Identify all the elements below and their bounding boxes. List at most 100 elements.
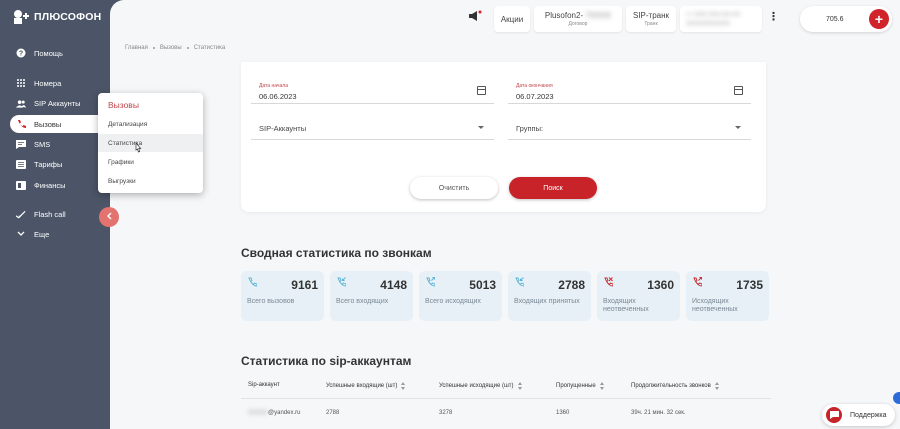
date-start-field[interactable]: Дата начала 06.06.2023 <box>251 76 494 104</box>
stat-caption: Входящих принятых <box>514 298 580 305</box>
outgoing-missed-call-icon <box>692 277 703 287</box>
column-header-incoming[interactable]: Успешные входящие (шт) <box>326 382 406 390</box>
support-label: Поддержка <box>850 411 887 419</box>
breadcrumb-separator <box>186 47 189 49</box>
breadcrumb-separator <box>152 47 155 49</box>
incoming-call-icon <box>514 277 525 287</box>
submenu-item-charts[interactable]: Графики <box>98 153 203 171</box>
summary-title: Сводная статистика по звонкам <box>241 246 432 260</box>
cell-incoming: 2788 <box>326 410 340 416</box>
mouse-cursor-icon <box>135 142 142 153</box>
cell-missed: 1360 <box>556 410 570 416</box>
trunk-title: SIP-транк <box>632 11 670 20</box>
main-content: Акции Plusofon2- 7XXXX Договор SIP-транк… <box>110 0 900 429</box>
calendar-icon[interactable] <box>477 86 486 95</box>
stat-value: 5013 <box>469 278 496 292</box>
date-start-value[interactable]: 06.06.2023 <box>259 92 297 101</box>
sidebar-item-label: SMS <box>34 139 51 149</box>
stat-value: 1735 <box>736 278 763 292</box>
submenu-item-exports[interactable]: Выгрузки <box>98 172 203 190</box>
missed-call-icon <box>603 277 614 287</box>
sidebar-item-label: Номера <box>34 78 62 88</box>
sidebar-item-more[interactable]: Еще <box>10 225 110 243</box>
flash-call-icon <box>16 209 26 219</box>
date-end-field[interactable]: Дата окончания 06.07.2023 <box>508 76 751 104</box>
cell-account: XXXXX@yandex.ru <box>248 410 301 416</box>
chat-icon <box>826 407 842 423</box>
sidebar-item-numbers[interactable]: Номера <box>10 74 110 92</box>
caret-down-icon <box>478 126 484 129</box>
sort-icon[interactable] <box>517 382 523 390</box>
groups-select[interactable]: Группы: <box>508 112 751 140</box>
support-button[interactable]: Поддержка <box>822 404 895 426</box>
contract-title: Plusofon2- 7XXXX <box>544 11 612 20</box>
contract-selector[interactable]: Plusofon2- 7XXXX Договор <box>534 6 622 32</box>
contract-subtitle: Договор <box>568 21 588 27</box>
cell-duration: 39ч. 21 мин. 32 сек. <box>631 410 686 416</box>
chevron-left-icon <box>106 212 112 223</box>
sip-accounts-select[interactable]: SIP-Аккаунты <box>251 112 494 140</box>
stat-card-incoming-missed: 1360 Входящих неотвеченных <box>597 271 680 321</box>
submenu-title: Вызовы <box>108 100 139 110</box>
clear-button[interactable]: Очистить <box>410 177 498 199</box>
sip-accounts-placeholder: SIP-Аккаунты <box>259 124 307 133</box>
calendar-icon[interactable] <box>734 86 743 95</box>
sidebar-item-flash-call[interactable]: Flash call <box>10 205 110 223</box>
sort-icon[interactable] <box>599 382 605 390</box>
sidebar-item-label: SIP Аккаунты <box>34 98 81 108</box>
collapse-sidebar-button[interactable] <box>99 207 119 227</box>
sidebar: ПЛЮСОФОН ? Помощь Номера SIP Аккаунты Вы… <box>0 0 110 429</box>
brand-name: ПЛЮСОФОН <box>34 11 102 23</box>
account-number: +7 XXX XXX-XX-XX <box>686 11 741 18</box>
svg-text:?: ? <box>19 51 23 58</box>
trunk-selector[interactable]: SIP-транк Транк <box>626 6 676 32</box>
account-name: XXXXXXXXXXX <box>686 20 731 27</box>
sidebar-item-help[interactable]: ? Помощь <box>10 44 110 62</box>
promo-label: Акции <box>500 14 524 24</box>
message-icon <box>16 139 26 149</box>
caret-down-icon <box>735 126 741 129</box>
sidebar-item-label: Финансы <box>34 180 66 190</box>
breadcrumb: Главная Вызовы Статистика <box>125 45 225 51</box>
more-menu-icon[interactable]: ⋮ <box>768 10 779 23</box>
promo-button[interactable]: Акции <box>494 6 530 32</box>
column-header-missed[interactable]: Пропущенные <box>556 382 605 390</box>
breadcrumb-current: Статистика <box>193 45 226 51</box>
stat-value: 2788 <box>558 278 585 292</box>
account-info[interactable]: +7 XXX XXX-XX-XX XXXXXXXXXXX <box>680 6 762 32</box>
groups-placeholder: Группы: <box>516 124 544 133</box>
sort-icon[interactable] <box>714 382 720 390</box>
list-icon <box>16 159 26 169</box>
stat-caption: Входящих неотвеченных <box>603 298 649 313</box>
breadcrumb-home[interactable]: Главная <box>125 45 148 51</box>
side-widget-tab[interactable] <box>893 392 900 404</box>
sidebar-item-sms[interactable]: SMS <box>10 135 110 153</box>
top-up-button[interactable]: + <box>869 9 889 29</box>
date-start-label: Дата начала <box>259 83 288 89</box>
megaphone-icon[interactable] <box>468 10 482 25</box>
sidebar-item-tariffs[interactable]: Тарифы <box>10 155 110 173</box>
submenu-item-details[interactable]: Детализация <box>98 115 203 133</box>
submenu-item-statistics[interactable]: Статистика <box>98 134 203 152</box>
stat-card-outgoing-missed: 1735 Исходящих неотвеченных <box>686 271 769 321</box>
sort-icon[interactable] <box>401 382 406 390</box>
date-end-value[interactable]: 06.07.2023 <box>516 92 554 101</box>
sidebar-item-finance[interactable]: Финансы <box>10 176 110 194</box>
incoming-call-icon <box>336 277 347 287</box>
users-icon <box>16 98 26 108</box>
date-end-label: Дата окончания <box>516 83 553 89</box>
calls-submenu: Вызовы Детализация Статистика Графики Вы… <box>98 93 203 193</box>
breadcrumb-calls[interactable]: Вызовы <box>160 45 182 51</box>
balance-widget[interactable]: 705.6 + <box>800 6 892 32</box>
sidebar-item-sip-accounts[interactable]: SIP Аккаунты <box>10 94 110 112</box>
chevron-down-icon <box>16 229 26 239</box>
column-header-account[interactable]: Sip-аккаунт <box>248 382 280 388</box>
column-header-outgoing[interactable]: Успешные исходящие (шт) <box>439 382 523 390</box>
dialpad-icon <box>16 78 26 88</box>
sidebar-item-calls[interactable]: Вызовы <box>10 115 110 133</box>
search-button[interactable]: Поиск <box>509 177 597 199</box>
stat-value: 1360 <box>647 278 674 292</box>
column-header-duration[interactable]: Продолжительность звонков <box>631 382 720 390</box>
stat-value: 9161 <box>291 278 318 292</box>
brand-logo[interactable]: ПЛЮСОФОН <box>12 9 101 25</box>
